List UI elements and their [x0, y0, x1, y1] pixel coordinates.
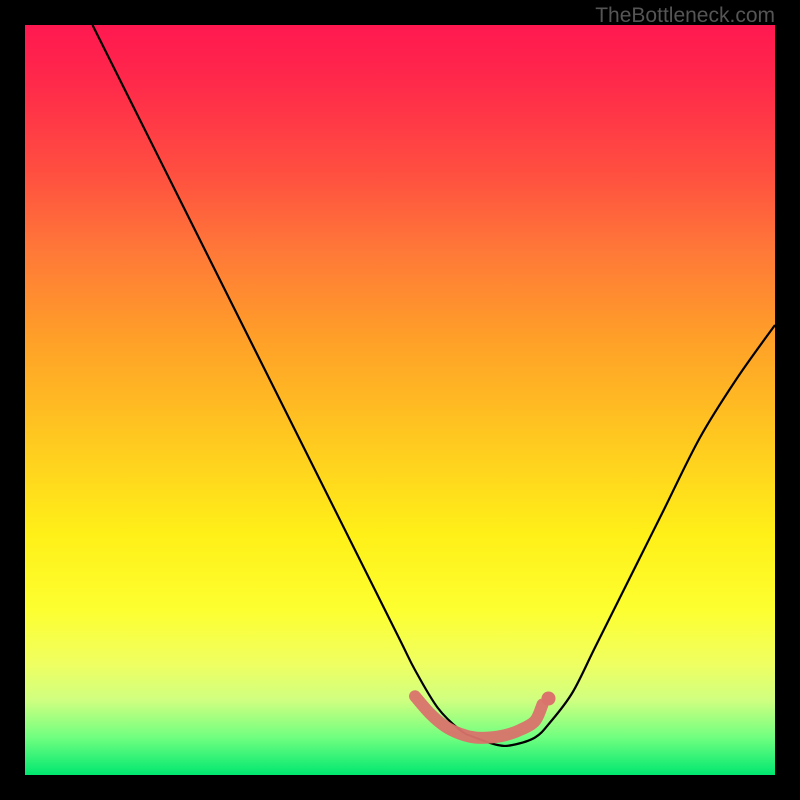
highlight-dots — [415, 692, 556, 738]
chart-svg — [25, 25, 775, 775]
watermark-text: TheBottleneck.com — [595, 4, 775, 28]
plot-area — [25, 25, 775, 775]
curve-line — [93, 25, 776, 746]
chart-container: TheBottleneck.com — [0, 0, 800, 800]
